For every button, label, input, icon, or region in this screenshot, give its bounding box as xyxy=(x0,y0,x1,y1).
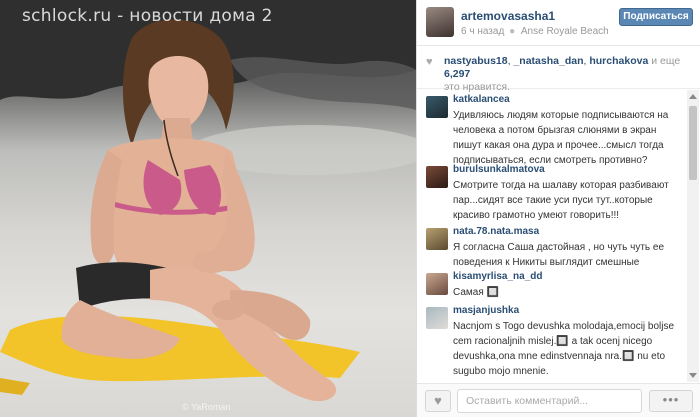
post-meta: 6 ч назад ● Anse Royale Beach xyxy=(461,26,609,37)
commenter-username[interactable]: katkalancea xyxy=(453,94,510,105)
scrollbar-thumb[interactable] xyxy=(689,106,697,180)
comments-list[interactable]: katkalancea Удивляюсь людям которые подп… xyxy=(417,90,687,382)
post-photo[interactable]: schlock.ru - новости дома 2 © YaRoman xyxy=(0,0,416,417)
scroll-down-arrow-icon[interactable] xyxy=(689,373,697,378)
more-options-button[interactable]: ••• xyxy=(649,390,693,412)
comment-footer: ♥ ••• xyxy=(417,383,700,417)
commenter-avatar[interactable] xyxy=(426,273,448,295)
liker-3[interactable]: hurchakova xyxy=(589,55,648,67)
comments-scrollbar[interactable] xyxy=(687,90,699,382)
commenter-avatar[interactable] xyxy=(426,96,448,118)
comment-text: Удивляюсь людям которые подписываются на… xyxy=(453,110,669,166)
commenter-username[interactable]: kisamyrlisa_na_dd xyxy=(453,271,543,282)
comment-text: Nacnjom s Togo devushka molodaja,emocij … xyxy=(453,321,675,377)
commenter-avatar[interactable] xyxy=(426,166,448,188)
comment-text: Самая 🔲 xyxy=(453,287,499,298)
post-time[interactable]: 6 ч назад xyxy=(461,26,504,37)
likes-count[interactable]: 6,297 xyxy=(444,68,470,80)
likes-summary: ♥ nastyabus18, _natasha_dan, hurchakova … xyxy=(417,47,700,93)
likes-and-more: и еще xyxy=(651,55,681,67)
photo-credit: © YaRoman xyxy=(182,402,231,412)
watermark-text: schlock.ru - новости дома 2 xyxy=(22,6,273,26)
author-avatar[interactable] xyxy=(426,7,454,37)
liker-2[interactable]: _natasha_dan xyxy=(513,55,583,67)
comment-text: Смотрите тогда на шалаву которая разбива… xyxy=(453,180,669,221)
commenter-username[interactable]: masjanjushka xyxy=(453,305,519,316)
follow-button[interactable]: Подписаться xyxy=(619,8,693,26)
commenter-avatar[interactable] xyxy=(426,228,448,250)
post-location[interactable]: Anse Royale Beach xyxy=(521,26,609,37)
comment-input[interactable] xyxy=(457,389,642,413)
like-button[interactable]: ♥ xyxy=(425,390,451,412)
heart-icon: ♥ xyxy=(434,393,442,408)
comment-text: Я согласна Саша дастойная , но чуть чуть… xyxy=(453,242,665,268)
author-username[interactable]: artemovasasha1 xyxy=(461,9,555,23)
commenter-avatar[interactable] xyxy=(426,307,448,329)
commenter-username[interactable]: burulsunkalmatova xyxy=(453,164,545,175)
commenter-username[interactable]: nata.78.nata.masa xyxy=(453,226,539,237)
photo-illustration xyxy=(0,0,416,402)
more-dots-icon: ••• xyxy=(662,392,680,407)
post-header: artemovasasha1 6 ч назад ● Anse Royale B… xyxy=(417,0,700,46)
heart-icon: ♥ xyxy=(426,56,433,68)
scroll-up-arrow-icon[interactable] xyxy=(689,94,697,99)
location-pin-icon: ● xyxy=(509,26,516,37)
liker-1[interactable]: nastyabus18 xyxy=(444,55,508,67)
post-details-panel: artemovasasha1 6 ч назад ● Anse Royale B… xyxy=(416,0,700,417)
